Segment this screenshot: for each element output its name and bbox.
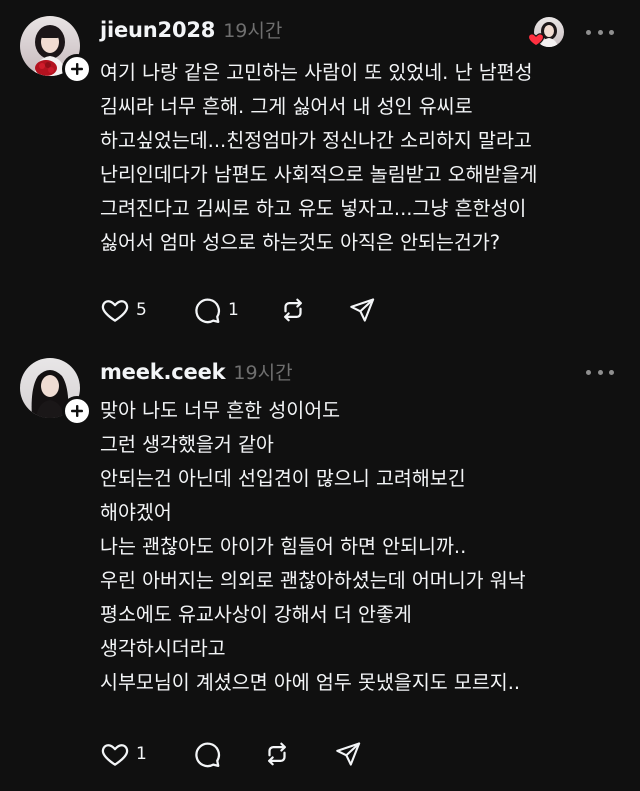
username[interactable]: meek.ceek [100,360,226,384]
username[interactable]: jieun2028 [100,18,215,42]
post-text-line: 우린 아버지는 의외로 괜찮아하셨는데 어머니가 워낙 [100,569,526,592]
post-text-line: 하고싶었는데...친정엄마가 정신나간 소리하지 말라고 [100,129,532,152]
follow-button[interactable] [62,54,92,84]
post-text-line: 해야겠어 [100,501,172,524]
follow-button[interactable] [62,396,92,426]
paper-plane-icon [336,742,361,766]
repost-button[interactable] [278,293,348,327]
like-count: 5 [136,300,147,320]
heart-outline-icon [101,744,129,766]
repost-arrows-icon [284,298,302,322]
share-button[interactable] [334,737,374,771]
repost-arrows-icon [268,742,286,766]
share-button[interactable] [348,293,388,327]
repost-button[interactable] [262,737,334,771]
post-text-line: 생각하시더라고 [100,637,226,660]
post-text-line: 난리인데다가 남편도 사회적으로 놀림받고 오해받을게 [100,163,538,186]
post-body: 맞아 나도 너무 흔한 성이어도 그런 생각했을거 같아 안되는건 아닌데 선입… [100,394,620,700]
comment-button[interactable] [192,737,262,771]
post-text-line: 그런 생각했을거 같아 [100,433,274,456]
thread-post: jieun2028 19시간 여기 나랑 같은 고민하는 사람이 또 있었네. … [0,0,640,340]
post-text-line: 여기 나랑 같은 고민하는 사람이 또 있었네. 난 남편성 [100,61,533,84]
post-body: 여기 나랑 같은 고민하는 사람이 또 있었네. 난 남편성 김씨라 너무 흔해… [100,56,620,260]
action-bar: 5 1 [100,293,388,327]
avatar-container [20,358,92,426]
avatar-container [20,16,92,84]
plus-icon [71,63,83,75]
like-count: 1 [136,744,147,764]
post-text-line: 시부모님이 계셨으면 아에 엄두 못냈을지도 모르지.. [100,671,521,694]
post-text-line: 안되는건 아닌데 선입견이 많으니 고려해보긴 [100,467,466,490]
heart-filled-icon [527,33,545,47]
speech-bubble-icon [195,742,221,768]
post-header: jieun2028 19시간 [100,16,282,46]
post-text-line: 맞아 나도 너무 흔한 성이어도 [100,399,341,422]
paper-plane-icon [350,298,375,322]
post-text-line: 싫어서 엄마 성으로 하는것도 아직은 안되는건가? [100,231,501,254]
heart-outline-icon [101,300,129,322]
speech-bubble-icon [195,298,221,324]
comment-button[interactable]: 1 [192,293,278,327]
timestamp: 19시간 [223,20,283,42]
post-text-line: 그려진다고 김씨로 하고 유도 넣자고...그냥 흔한성이 [100,197,527,220]
post-text-line: 김씨라 너무 흔해. 그게 싫어서 내 성인 유씨로 [100,95,473,118]
timestamp: 19시간 [233,362,293,384]
comment-count: 1 [228,300,239,320]
more-dots-icon[interactable] [586,368,614,376]
action-bar: 1 [100,737,374,771]
like-button[interactable]: 5 [100,293,192,327]
like-button[interactable]: 1 [100,737,192,771]
post-text-line: 평소에도 유교사상이 강해서 더 안좋게 [100,603,412,626]
plus-icon [71,405,83,417]
more-dots-icon[interactable] [586,28,614,36]
post-header: meek.ceek 19시간 [100,358,293,388]
post-text-line: 나는 괜찮아도 아이가 힘들어 하면 안되니까.. [100,535,467,558]
thread-post: meek.ceek 19시간 맞아 나도 너무 흔한 성이어도 그런 생각했을거… [0,340,640,791]
